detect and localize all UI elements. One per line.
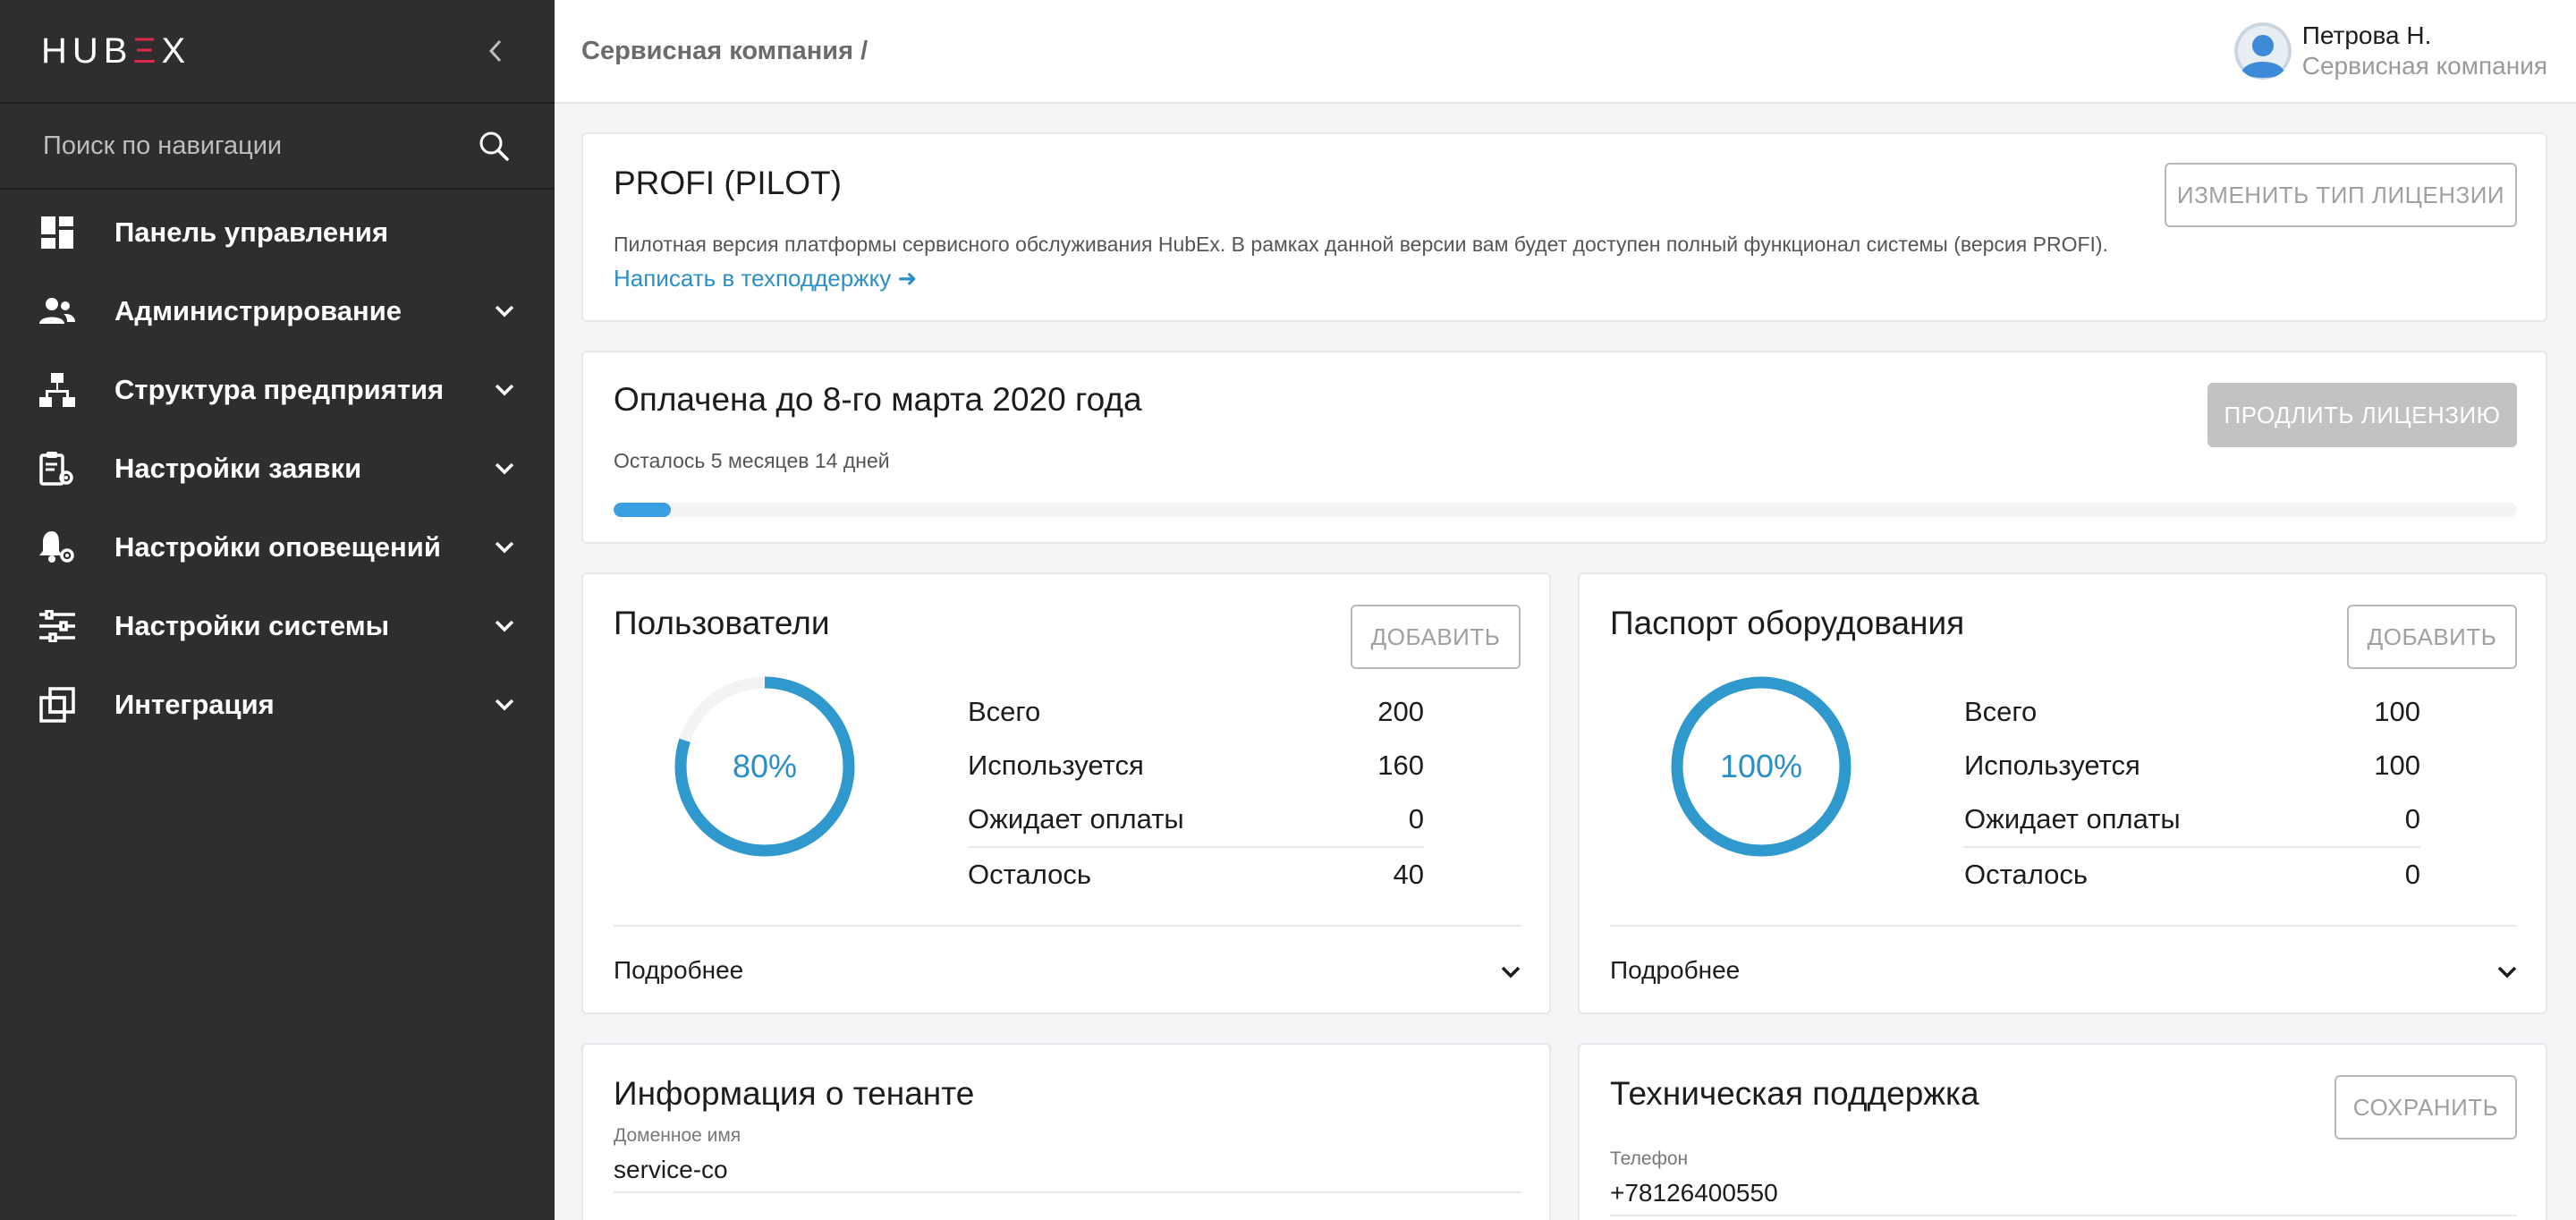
chevron-down-icon	[490, 533, 519, 562]
add-equipment-button[interactable]: ДОБАВИТЬ	[2347, 605, 2517, 669]
support-card: Техническая поддержка СОХРАНИТЬ Телефон …	[1578, 1043, 2547, 1220]
sidebar-item-label: Структура предприятия	[114, 374, 445, 405]
sidebar-item-structure[interactable]: Структура предприятия	[0, 351, 555, 429]
domain-caption: Доменное имя	[614, 1125, 741, 1146]
equipment-stats: Всего 100 Используется 100 Ожидает оплаты 0…	[1964, 685, 2420, 902]
support-link[interactable]: Написать в техподдержку ➜	[614, 265, 917, 292]
license-description: Пилотная версия платформы сервисного обс…	[614, 233, 2108, 256]
chevron-down-icon	[490, 297, 519, 326]
nav-search	[0, 104, 555, 190]
chevron-down-icon	[2497, 956, 2517, 985]
sidebar-item-label: Настройки системы	[114, 610, 390, 641]
license-progress-fill	[614, 503, 671, 517]
sidebar-item-label: Настройки заявки	[114, 453, 362, 484]
user-info: Петрова Н. Сервисная компания	[2302, 21, 2547, 81]
chevron-down-icon	[490, 612, 519, 640]
integration-icon	[38, 685, 77, 724]
logo-bar: HU B Ξ X	[0, 0, 555, 104]
phone-field[interactable]: +78126400550	[1610, 1179, 2517, 1216]
dashboard-icon	[38, 213, 77, 252]
search-icon[interactable]	[476, 128, 512, 164]
license-progress-bar	[614, 503, 2517, 517]
phone-caption: Телефон	[1610, 1148, 1689, 1169]
stat-row-used: Используется 160	[968, 750, 1424, 781]
license-card: PROFI (PILOT) Пилотная версия платформы …	[581, 132, 2547, 322]
license-title: PROFI (PILOT)	[614, 165, 842, 201]
chevron-down-icon	[1501, 956, 1521, 985]
details-label: Подробнее	[1610, 956, 1741, 984]
collapse-sidebar-icon[interactable]	[478, 33, 513, 69]
user-company: Сервисная компания	[2301, 52, 2547, 80]
sidebar-item-label: Панель управления	[114, 216, 389, 248]
sidebar-nav: Панель управления Администрирование Стру…	[0, 190, 555, 744]
payment-title: Оплачена до 8-го марта 2020 года	[614, 381, 1142, 418]
users-details-toggle[interactable]: Подробнее	[614, 925, 1521, 1014]
stat-row-total: Всего 100	[1964, 696, 2420, 727]
tenant-card: Информация о тенанте Доменное имя servic…	[581, 1043, 1551, 1220]
sidebar-item-label: Администрирование	[114, 295, 402, 326]
change-license-button[interactable]: ИЗМЕНИТЬ ТИП ЛИЦЕНЗИИ	[2165, 163, 2517, 227]
equipment-percent: 100%	[1719, 748, 1803, 784]
payment-card: Оплачена до 8-го марта 2020 года Осталос…	[581, 351, 2547, 544]
users-icon	[38, 292, 77, 331]
chevron-down-icon	[490, 454, 519, 483]
tenant-title: Информация о тенанте	[614, 1075, 975, 1112]
users-card: Пользователи ДОБАВИТЬ 80% Всего 200 Испол…	[581, 572, 1551, 1014]
user-menu[interactable]: Петрова Н. Сервисная компания	[2233, 21, 2547, 81]
users-stats: Всего 200 Используется 160 Ожидает оплаты 0…	[968, 685, 1424, 902]
save-button[interactable]: СОХРАНИТЬ	[2334, 1075, 2517, 1140]
sliders-icon	[38, 606, 77, 646]
hubex-logo[interactable]: HU B Ξ X	[41, 31, 191, 72]
sidebar-item-system-settings[interactable]: Настройки системы	[0, 587, 555, 665]
sidebar: HUBΞX Панель управления Администрировани…	[0, 0, 555, 1220]
bell-gear-icon	[38, 528, 77, 567]
users-percent: 80%	[732, 748, 798, 784]
stat-row-remaining: Осталось 0	[1964, 846, 2420, 902]
chevron-down-icon	[490, 690, 519, 719]
stat-row-total: Всего 200	[968, 696, 1424, 727]
sidebar-item-notification-settings[interactable]: Настройки оповещений	[0, 508, 555, 587]
stat-row-pending: Ожидает оплаты 0	[968, 803, 1424, 835]
sidebar-item-dashboard[interactable]: Панель управления	[0, 193, 555, 272]
sidebar-item-administration[interactable]: Администрирование	[0, 272, 555, 351]
stat-row-pending: Ожидает оплаты 0	[1964, 803, 2420, 835]
stat-row-remaining: Осталось 40	[968, 846, 1424, 902]
equipment-card: Паспорт оборудования ДОБАВИТЬ 100% Всего…	[1578, 572, 2547, 1014]
domain-field[interactable]: service-co	[614, 1156, 1521, 1193]
user-name: Петрова Н.	[2301, 21, 2432, 49]
details-label: Подробнее	[614, 956, 744, 984]
add-user-button[interactable]: ДОБАВИТЬ	[1351, 605, 1521, 669]
sidebar-item-request-settings[interactable]: Настройки заявки	[0, 429, 555, 508]
clipboard-gear-icon	[38, 449, 77, 488]
users-title: Пользователи	[614, 605, 830, 641]
support-title: Техническая поддержка	[1610, 1075, 1979, 1112]
nav-search-input[interactable]	[43, 131, 454, 161]
breadcrumb[interactable]: Сервисная компания /	[581, 37, 868, 66]
remaining-time: Осталось 5 месяцев 14 дней	[614, 449, 890, 472]
chevron-down-icon	[490, 376, 519, 404]
extend-license-button[interactable]: ПРОДЛИТЬ ЛИЦЕНЗИЮ	[2207, 383, 2517, 447]
top-header: Сервисная компания / Петрова Н. Сервисна…	[555, 0, 2576, 104]
hierarchy-icon	[38, 370, 77, 410]
sidebar-item-integration[interactable]: Интеграция	[0, 665, 555, 744]
equipment-details-toggle[interactable]: Подробнее	[1610, 925, 2517, 1014]
sidebar-item-label: Интеграция	[114, 689, 275, 720]
equipment-title: Паспорт оборудования	[1610, 605, 1965, 641]
sidebar-item-label: Настройки оповещений	[114, 531, 441, 563]
stat-row-used: Используется 100	[1964, 750, 2420, 781]
avatar	[2233, 22, 2292, 80]
